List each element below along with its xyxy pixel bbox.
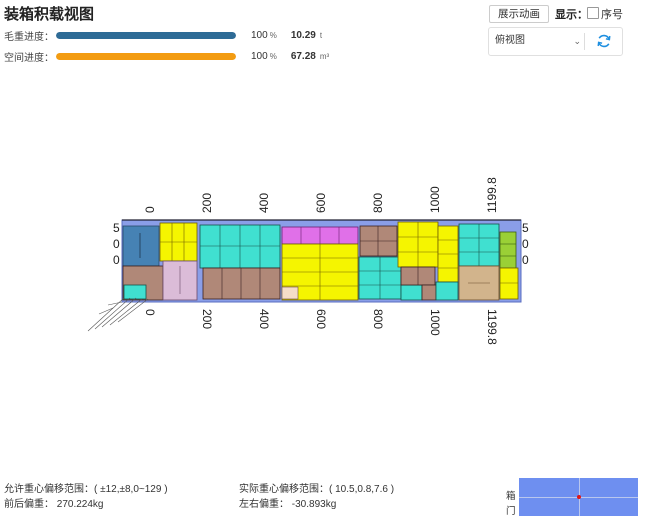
axis-tick-label: 800	[371, 309, 385, 329]
space-unit: m³	[319, 51, 330, 61]
cargo-box	[458, 223, 500, 267]
sequence-label: 序号	[601, 9, 623, 21]
cargo-box	[499, 267, 519, 300]
center-of-gravity-marker	[577, 495, 581, 499]
weight-value: 10.29	[290, 29, 316, 41]
space-progress-percent: 100%	[251, 50, 277, 62]
side-axis-label: 0	[113, 253, 120, 267]
space-progress-label: 空间进度：	[4, 52, 54, 64]
cargo-box	[358, 256, 402, 300]
cargo-box	[123, 284, 147, 300]
cargo-box	[281, 226, 359, 245]
cargo-box	[281, 243, 359, 301]
space-progress-bar	[56, 52, 236, 60]
weight-progress-fill	[56, 31, 236, 39]
axis-tick-label: 1199.8	[485, 177, 499, 213]
front-back-offset-weight: 前后偏重： 270.224kg	[4, 499, 104, 510]
cargo-box	[421, 284, 437, 301]
weight-progress-label: 毛重进度：	[4, 31, 54, 43]
cargo-box	[458, 265, 500, 301]
cargo-box	[400, 266, 436, 286]
perspective-lines	[87, 297, 149, 332]
cargo-box	[281, 286, 299, 300]
axis-tick-label: 0	[143, 309, 157, 316]
view-panel: 俯视图 ⌄	[488, 27, 623, 56]
axis-tick-label: 600	[314, 193, 328, 213]
container-view: 0 200 400 600 800 1000 1199.8 0 200 400 600 800 100…	[87, 177, 529, 345]
side-axis-label: 5	[522, 221, 529, 235]
cargo-box	[159, 222, 198, 262]
axis-tick-label: 600	[314, 309, 328, 329]
weight-progress-percent: 100%	[251, 29, 277, 41]
weight-progress-row: 毛重进度： 100% 10.29 t	[4, 27, 322, 43]
view-select[interactable]: 俯视图 ⌄	[495, 33, 581, 49]
side-axis-label: 0	[522, 253, 529, 267]
cargo-box	[437, 225, 459, 283]
cargo-box	[199, 224, 281, 269]
side-axis-label: 0	[113, 237, 120, 251]
space-value: 67.28	[290, 50, 316, 62]
door-label-bottom: 门	[506, 506, 516, 517]
axis-tick-label: 0	[143, 206, 157, 213]
cargo-box	[435, 281, 459, 301]
cargo-box	[397, 221, 439, 268]
display-label: 显示：	[555, 9, 588, 21]
allowed-offset-range: 允许重心偏移范围：( ±12,±8,0~129 )	[4, 484, 168, 495]
chevron-down-icon: ⌄	[573, 36, 581, 46]
center-of-gravity-minimap	[519, 478, 638, 516]
cargo-boxes	[122, 221, 519, 301]
weight-unit: t	[319, 30, 323, 40]
axis-tick-label: 1000	[428, 186, 442, 213]
cargo-box	[359, 225, 398, 257]
divider	[584, 33, 585, 50]
axis-tick-label: 800	[371, 193, 385, 213]
show-animation-button[interactable]: 展示动画	[489, 5, 549, 23]
cargo-box	[122, 225, 160, 267]
axis-tick-label: 1000	[428, 309, 442, 336]
bottom-axis: 0 200 400 600 800 1000 1199.8	[143, 309, 499, 345]
axis-tick-label: 400	[257, 193, 271, 213]
axis-tick-label: 200	[200, 309, 214, 329]
axis-tick-label: 400	[257, 309, 271, 329]
axis-tick-label: 200	[200, 193, 214, 213]
cargo-box	[202, 267, 281, 300]
actual-offset-range: 实际重心偏移范围：( 10.5,0.8,7.6 )	[239, 484, 395, 495]
container-floor	[121, 219, 522, 303]
space-progress-row: 空间进度： 100% 67.28 m³	[4, 48, 329, 64]
cargo-box	[122, 265, 164, 301]
cargo-box	[499, 231, 517, 269]
side-axis-label: 5	[113, 221, 120, 235]
page-title: 装箱积载视图	[4, 6, 95, 23]
cargo-box	[162, 260, 198, 301]
weight-progress-bar	[56, 31, 236, 39]
door-label-top: 箱	[506, 491, 516, 502]
left-right-offset-weight: 左右偏重： -30.893kg	[239, 499, 337, 510]
sequence-checkbox[interactable]	[587, 7, 599, 19]
side-axis-labels: 5 0 0 5 0 0	[113, 221, 529, 267]
top-axis: 0 200 400 600 800 1000 1199.8	[143, 177, 499, 213]
view-select-value: 俯视图	[495, 35, 525, 46]
refresh-icon[interactable]	[596, 33, 612, 49]
axis-tick-label: 1199.8	[485, 309, 499, 345]
side-axis-label: 0	[522, 237, 529, 251]
space-progress-fill	[56, 52, 236, 60]
cargo-box	[400, 284, 423, 301]
